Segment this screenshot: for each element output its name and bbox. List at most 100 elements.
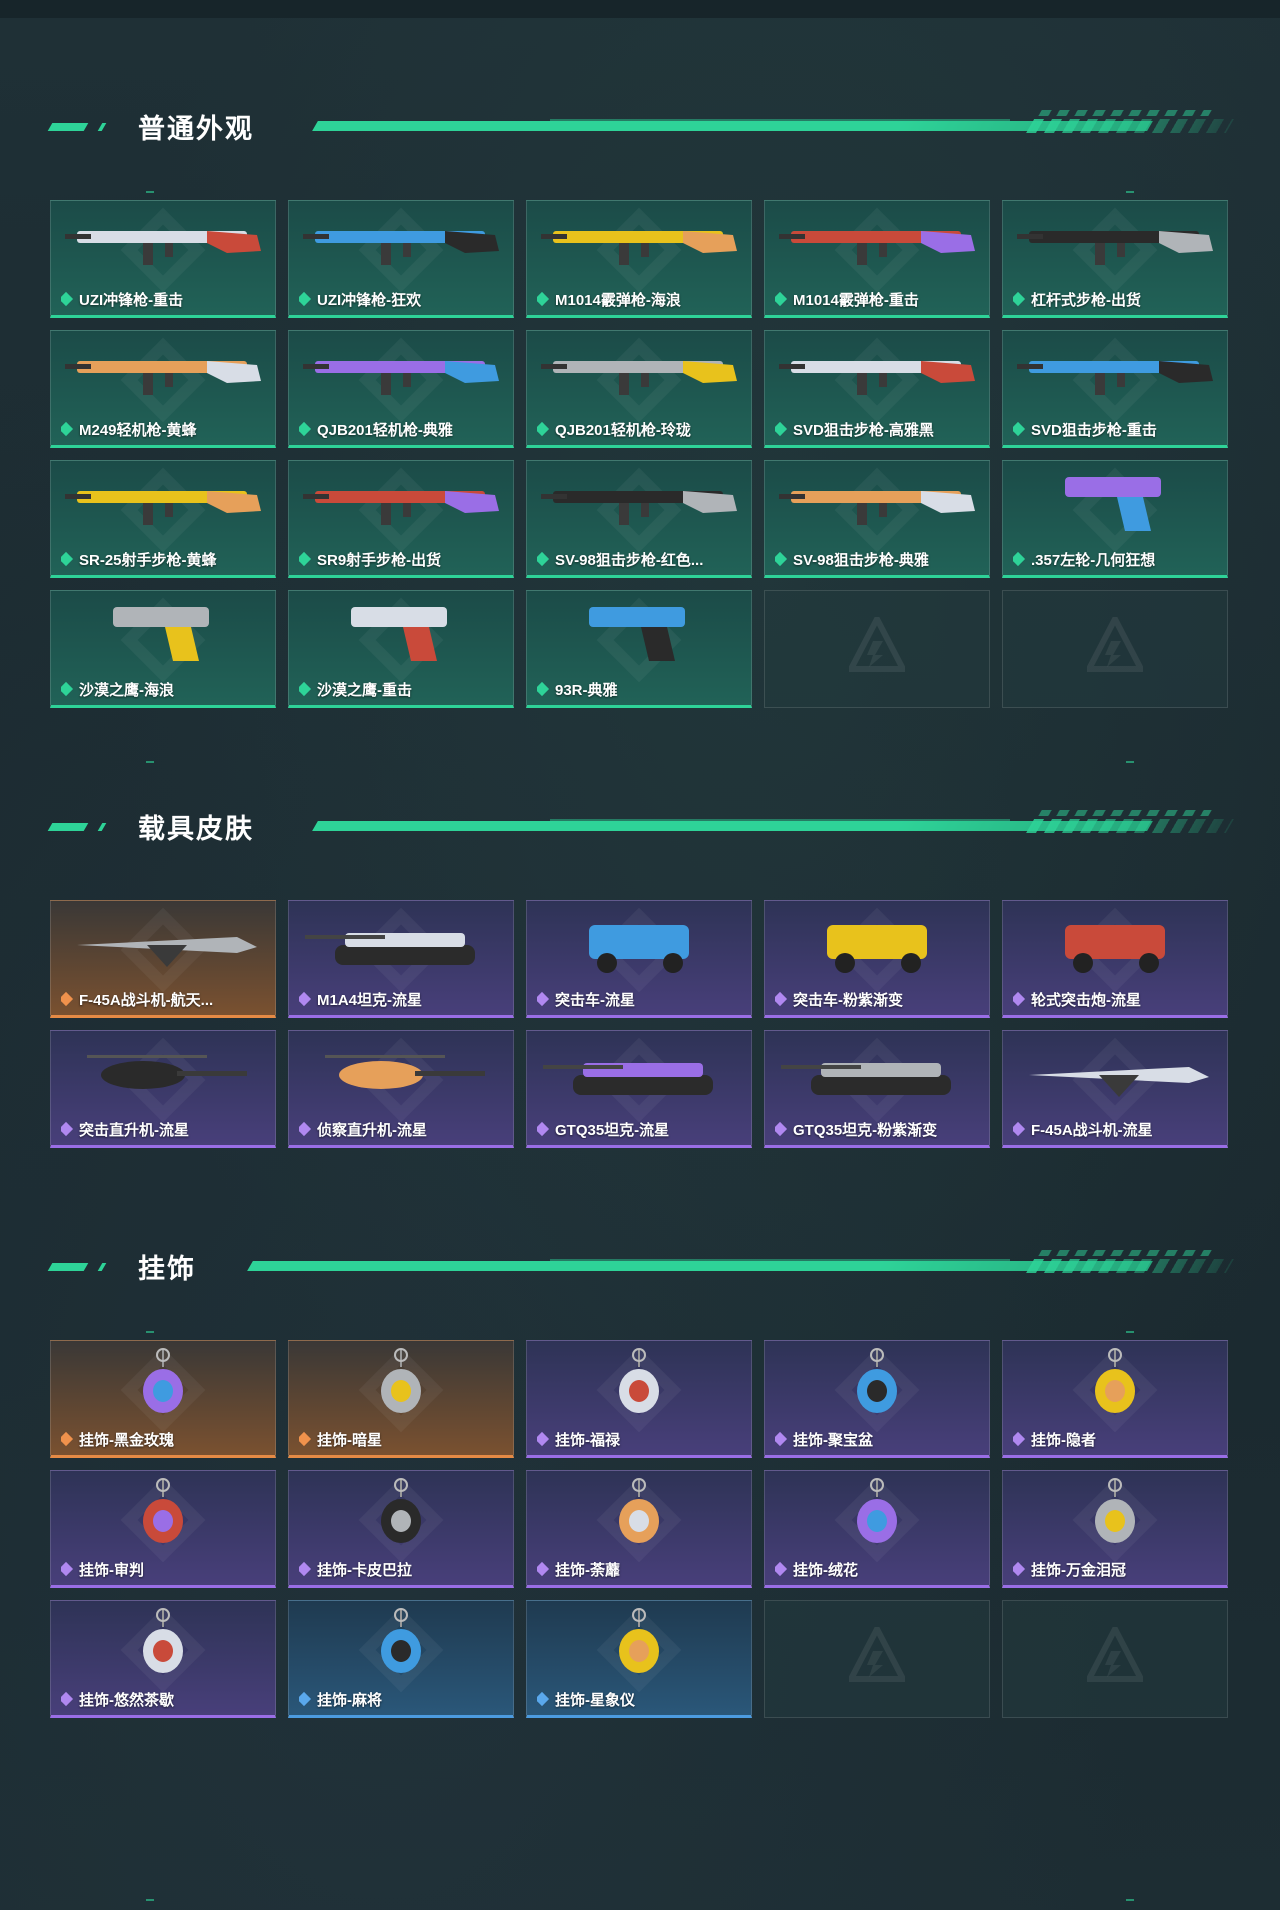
section-header: 挂饰 bbox=[47, 1243, 1235, 1291]
item-label: 突击直升机-流星 bbox=[61, 1119, 269, 1139]
empty-slot bbox=[764, 590, 990, 708]
item-name: SR9射手步枪-出货 bbox=[317, 551, 442, 569]
item-name: 挂饰-星象仪 bbox=[555, 1691, 635, 1709]
item-label: UZI冲锋枪-重击 bbox=[61, 289, 269, 309]
item-card[interactable]: 突击车-流星 bbox=[526, 900, 752, 1018]
sniper-icon bbox=[1009, 337, 1221, 407]
item-card[interactable]: 杠杆式步枪-出货 bbox=[1002, 200, 1228, 318]
item-name: 侦察直升机-流星 bbox=[317, 1121, 427, 1139]
item-card[interactable]: M1014霰弹枪-重击 bbox=[764, 200, 990, 318]
item-card[interactable]: GTQ35坦克-流星 bbox=[526, 1030, 752, 1148]
charm-icon bbox=[57, 1347, 269, 1417]
header-accent bbox=[47, 1263, 89, 1271]
item-card[interactable]: 93R-典雅 bbox=[526, 590, 752, 708]
item-label: GTQ35坦克-流星 bbox=[537, 1119, 745, 1139]
corner-tick bbox=[146, 1331, 154, 1333]
charm-icon bbox=[1009, 1347, 1221, 1417]
item-card[interactable]: M1014霰弹枪-海浪 bbox=[526, 200, 752, 318]
item-card[interactable]: 挂饰-暗星 bbox=[288, 1340, 514, 1458]
item-card[interactable]: UZI冲锋枪-狂欢 bbox=[288, 200, 514, 318]
item-card[interactable]: 挂饰-隐者 bbox=[1002, 1340, 1228, 1458]
item-card[interactable]: 挂饰-麻将 bbox=[288, 1600, 514, 1718]
item-card[interactable]: 挂饰-星象仪 bbox=[526, 1600, 752, 1718]
item-grid: F-45A战斗机-航天... M1A4坦克-流星 突击车-流星 突击车-粉紫渐变 轮式突… bbox=[50, 900, 1228, 1148]
item-card[interactable]: 沙漠之鹰-重击 bbox=[288, 590, 514, 708]
item-label: QJB201轻机枪-玲珑 bbox=[537, 419, 745, 439]
jet-icon bbox=[1009, 1037, 1221, 1107]
item-name: SVD狙击步枪-重击 bbox=[1031, 421, 1157, 439]
item-card[interactable]: SV-98狙击步枪-红色... bbox=[526, 460, 752, 578]
charm-icon bbox=[295, 1607, 507, 1677]
item-name: SVD狙击步枪-高雅黑 bbox=[793, 421, 934, 439]
item-card[interactable]: SVD狙击步枪-高雅黑 bbox=[764, 330, 990, 448]
item-card[interactable]: GTQ35坦克-粉紫渐变 bbox=[764, 1030, 990, 1148]
item-card[interactable]: F-45A战斗机-航天... bbox=[50, 900, 276, 1018]
header-accent bbox=[97, 123, 107, 131]
helicopter-icon bbox=[295, 1037, 507, 1107]
item-card[interactable]: 挂饰-万金泪冠 bbox=[1002, 1470, 1228, 1588]
sniper-icon bbox=[771, 337, 983, 407]
item-label: 挂饰-聚宝盆 bbox=[775, 1429, 983, 1449]
item-card[interactable]: 挂饰-福禄 bbox=[526, 1340, 752, 1458]
sniper-icon bbox=[533, 467, 745, 537]
item-card[interactable]: 挂饰-聚宝盆 bbox=[764, 1340, 990, 1458]
item-card[interactable]: 突击车-粉紫渐变 bbox=[764, 900, 990, 1018]
item-card[interactable]: 挂饰-绒花 bbox=[764, 1470, 990, 1588]
item-card[interactable]: QJB201轻机枪-玲珑 bbox=[526, 330, 752, 448]
item-card[interactable]: 挂饰-悠然茶歇 bbox=[50, 1600, 276, 1718]
item-name: SR-25射手步枪-黄蜂 bbox=[79, 551, 217, 569]
item-name: M1014霰弹枪-重击 bbox=[793, 291, 919, 309]
item-card[interactable]: F-45A战斗机-流星 bbox=[1002, 1030, 1228, 1148]
item-label: M249轻机枪-黄蜂 bbox=[61, 419, 269, 439]
item-card[interactable]: 侦察直升机-流星 bbox=[288, 1030, 514, 1148]
item-card[interactable]: 沙漠之鹰-海浪 bbox=[50, 590, 276, 708]
lmg-icon bbox=[533, 337, 745, 407]
item-name: QJB201轻机枪-玲珑 bbox=[555, 421, 691, 439]
section-weapon-skins: 普通外观 UZI冲锋枪-重击 UZI冲锋枪-狂欢 M1014霰弹枪-海浪 M1014霰… bbox=[47, 103, 1235, 708]
item-card[interactable]: 挂饰-卡皮巴拉 bbox=[288, 1470, 514, 1588]
item-card[interactable]: UZI冲锋枪-重击 bbox=[50, 200, 276, 318]
item-card[interactable]: SR9射手步枪-出货 bbox=[288, 460, 514, 578]
lmg-icon bbox=[57, 337, 269, 407]
item-card[interactable]: M249轻机枪-黄蜂 bbox=[50, 330, 276, 448]
item-label: SV-98狙击步枪-红色... bbox=[537, 549, 745, 569]
item-label: 挂饰-卡皮巴拉 bbox=[299, 1559, 507, 1579]
item-name: 挂饰-卡皮巴拉 bbox=[317, 1561, 412, 1579]
item-card[interactable]: 挂饰-审判 bbox=[50, 1470, 276, 1588]
rarity-diamond-icon bbox=[1013, 1561, 1026, 1577]
item-label: 93R-典雅 bbox=[537, 679, 745, 699]
charm-icon bbox=[295, 1477, 507, 1547]
item-card[interactable]: 轮式突击炮-流星 bbox=[1002, 900, 1228, 1018]
item-card[interactable]: 挂饰-荼蘼 bbox=[526, 1470, 752, 1588]
item-card[interactable]: SV-98狙击步枪-典雅 bbox=[764, 460, 990, 578]
item-card[interactable]: .357左轮-几何狂想 bbox=[1002, 460, 1228, 578]
rarity-diamond-icon bbox=[1013, 421, 1026, 437]
rarity-diamond-icon bbox=[1013, 551, 1026, 567]
item-card[interactable]: QJB201轻机枪-典雅 bbox=[288, 330, 514, 448]
charm-icon bbox=[533, 1607, 745, 1677]
helicopter-icon bbox=[57, 1037, 269, 1107]
header-checker bbox=[1038, 1250, 1212, 1256]
rarity-diamond-icon bbox=[537, 991, 550, 1007]
item-name: 突击直升机-流星 bbox=[79, 1121, 189, 1139]
item-card[interactable]: SR-25射手步枪-黄蜂 bbox=[50, 460, 276, 578]
item-label: SV-98狙击步枪-典雅 bbox=[775, 549, 983, 569]
charm-icon bbox=[295, 1347, 507, 1417]
item-name: .357左轮-几何狂想 bbox=[1031, 551, 1156, 569]
rarity-diamond-icon bbox=[61, 291, 74, 307]
rarity-diamond-icon bbox=[61, 681, 74, 697]
rarity-diamond-icon bbox=[61, 991, 74, 1007]
item-label: 侦察直升机-流星 bbox=[299, 1119, 507, 1139]
item-card[interactable]: 挂饰-黑金玫瑰 bbox=[50, 1340, 276, 1458]
item-name: UZI冲锋枪-重击 bbox=[79, 291, 184, 309]
section-title: 普通外观 bbox=[138, 114, 254, 144]
rarity-diamond-icon bbox=[537, 421, 550, 437]
item-card[interactable]: M1A4坦克-流星 bbox=[288, 900, 514, 1018]
item-name: F-45A战斗机-流星 bbox=[1031, 1121, 1153, 1139]
item-card[interactable]: SVD狙击步枪-重击 bbox=[1002, 330, 1228, 448]
marksman-icon bbox=[295, 467, 507, 537]
rarity-diamond-icon bbox=[537, 681, 550, 697]
item-label: SVD狙击步枪-高雅黑 bbox=[775, 419, 983, 439]
item-label: M1014霰弹枪-重击 bbox=[775, 289, 983, 309]
item-card[interactable]: 突击直升机-流星 bbox=[50, 1030, 276, 1148]
